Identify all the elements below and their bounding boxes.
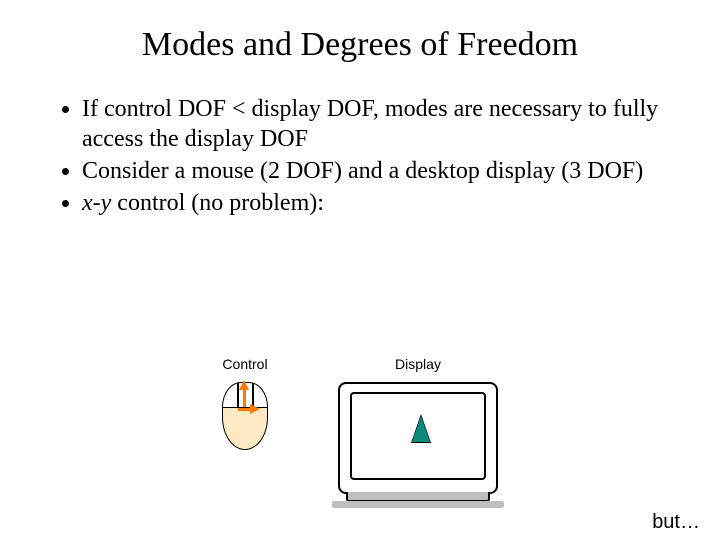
cursor-icon [412, 416, 430, 442]
continuation-text: but… [652, 511, 700, 534]
mouse-icon [222, 382, 268, 450]
bullet-rest: control (no problem): [111, 190, 324, 216]
bullet-item: Consider a mouse (2 DOF) and a desktop d… [82, 156, 680, 186]
figure: Control Display [222, 356, 498, 507]
bullet-item: x-y control (no problem): [82, 188, 680, 218]
figure-control-column: Control [222, 356, 268, 450]
bullet-list: If control DOF < display DOF, modes are … [58, 94, 680, 218]
control-label: Control [222, 356, 267, 372]
arrow-up-icon [239, 380, 249, 390]
slide-title: Modes and Degrees of Freedom [0, 26, 720, 64]
arrow-right-icon [250, 404, 260, 414]
figure-display-column: Display [338, 356, 498, 507]
bullet-italic: x-y [82, 190, 111, 216]
display-label: Display [395, 356, 441, 372]
slide: Modes and Degrees of Freedom If control … [0, 26, 720, 540]
monitor-icon [338, 382, 498, 507]
bullet-item: If control DOF < display DOF, modes are … [82, 94, 680, 154]
